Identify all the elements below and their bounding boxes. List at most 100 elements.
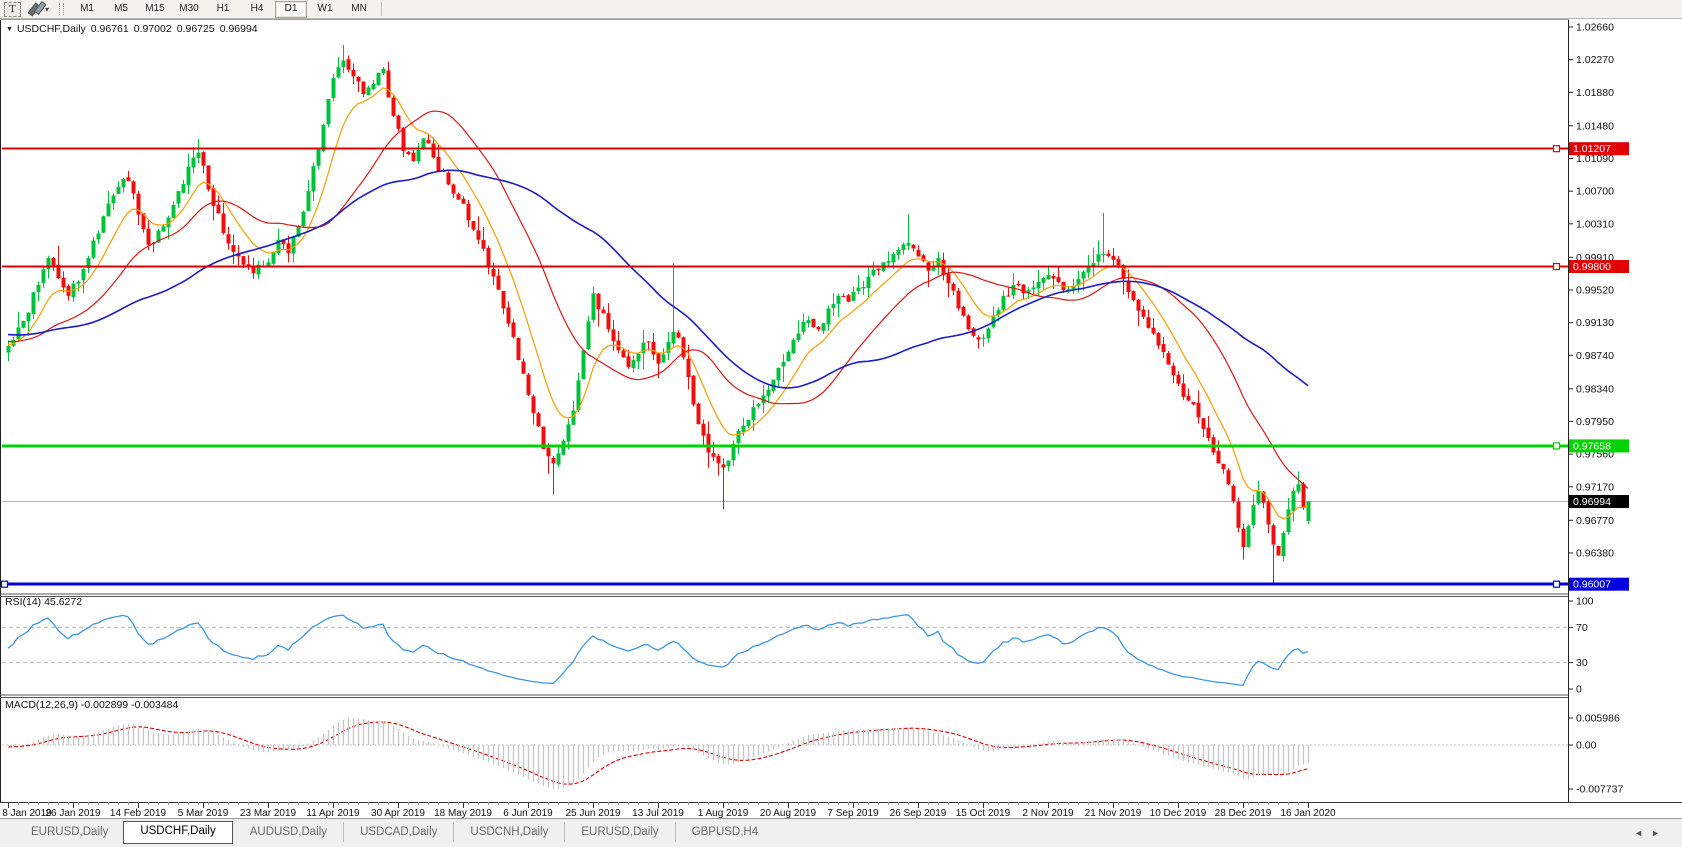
svg-text:7 Sep 2019: 7 Sep 2019 bbox=[827, 808, 879, 818]
timeframe-button-h4[interactable]: H4 bbox=[241, 1, 273, 18]
tab-eurusd-daily-0[interactable]: EURUSD,Daily bbox=[14, 822, 124, 842]
svg-text:1.01880: 1.01880 bbox=[1576, 87, 1614, 99]
svg-text:0.99130: 0.99130 bbox=[1576, 317, 1614, 329]
support-line-blue-handle[interactable] bbox=[2, 581, 8, 587]
tab-usdcad-daily-3[interactable]: USDCAD,Daily bbox=[343, 822, 453, 842]
timeframe-button-mn[interactable]: MN bbox=[343, 1, 375, 18]
svg-text:18 May 2019: 18 May 2019 bbox=[434, 808, 492, 818]
timeframe-button-d1[interactable]: D1 bbox=[275, 1, 307, 18]
support-line-blue[interactable] bbox=[2, 581, 1569, 587]
rsi-panel bbox=[2, 615, 1568, 686]
svg-text:0.99800: 0.99800 bbox=[1573, 261, 1611, 273]
timeframe-button-w1[interactable]: W1 bbox=[309, 1, 341, 18]
tab-scroll-arrows: ◄► bbox=[1634, 828, 1668, 838]
top-toolbar: T ▾ M1M5M15M30H1H4D1W1MN bbox=[0, 0, 1682, 19]
svg-text:30: 30 bbox=[1576, 657, 1588, 669]
svg-text:30 Apr 2019: 30 Apr 2019 bbox=[371, 808, 425, 818]
svg-text:15 Oct 2019: 15 Oct 2019 bbox=[956, 808, 1011, 818]
timeframe-button-m15[interactable]: M15 bbox=[139, 1, 171, 18]
svg-text:1.00310: 1.00310 bbox=[1576, 218, 1614, 230]
resistance-line-upper[interactable] bbox=[2, 146, 1568, 152]
svg-text:26 Sep 2019: 26 Sep 2019 bbox=[890, 808, 947, 818]
support-line-blue-handle[interactable] bbox=[1554, 581, 1560, 587]
svg-text:1.02660: 1.02660 bbox=[1576, 22, 1614, 34]
ohlc-low: 0.96725 bbox=[177, 23, 215, 35]
toolbar-separator bbox=[381, 2, 382, 16]
mt4-terminal: T ▾ M1M5M15M30H1H4D1W1MN 8 Jan 201926 Ja… bbox=[0, 0, 1682, 847]
resistance-line-lower-handle[interactable] bbox=[1554, 264, 1560, 270]
tab-scroll-left-button[interactable]: ◄ bbox=[1634, 828, 1651, 838]
tab-gbpusd-h4-6[interactable]: GBPUSD,H4 bbox=[675, 822, 774, 842]
macd-histogram bbox=[9, 718, 1309, 789]
svg-text:-0.007737: -0.007737 bbox=[1576, 784, 1623, 796]
svg-text:25 Jun 2019: 25 Jun 2019 bbox=[565, 808, 620, 818]
drawing-tools-button[interactable]: ▾ bbox=[30, 2, 51, 17]
svg-text:10 Dec 2019: 10 Dec 2019 bbox=[1150, 808, 1207, 818]
ohlc-high: 0.97002 bbox=[134, 23, 172, 35]
svg-text:0.98340: 0.98340 bbox=[1576, 383, 1614, 395]
macd-panel bbox=[2, 722, 1568, 784]
svg-text:70: 70 bbox=[1576, 622, 1588, 634]
svg-text:1.01207: 1.01207 bbox=[1573, 143, 1611, 155]
tab-usdchf-daily-1[interactable]: USDCHF,Daily bbox=[123, 821, 232, 844]
support-line-green[interactable] bbox=[2, 443, 1568, 449]
tab-scroll-right-button[interactable]: ► bbox=[1651, 828, 1668, 838]
svg-text:0.97658: 0.97658 bbox=[1573, 440, 1611, 452]
resistance-line-upper-handle[interactable] bbox=[1554, 146, 1560, 152]
chart-tab-bar: EURUSD,DailyUSDCHF,DailyAUDUSD,DailyUSDC… bbox=[0, 818, 1682, 847]
rsi-indicator-label: RSI(14) 45.6272 bbox=[5, 596, 82, 608]
svg-text:11 Apr 2019: 11 Apr 2019 bbox=[306, 808, 360, 818]
svg-text:21 Nov 2019: 21 Nov 2019 bbox=[1085, 808, 1142, 818]
toolbar-grip bbox=[59, 3, 64, 15]
text-tool-button[interactable]: T bbox=[4, 2, 21, 17]
chart-tabs: EURUSD,DailyUSDCHF,DailyAUDUSD,DailyUSDC… bbox=[14, 819, 1682, 845]
svg-text:0.98740: 0.98740 bbox=[1576, 350, 1614, 362]
rsi-line bbox=[8, 615, 1308, 686]
svg-text:23 Mar 2019: 23 Mar 2019 bbox=[240, 808, 297, 818]
price-chart-canvas[interactable]: 8 Jan 201926 Jan 201914 Feb 20195 Mar 20… bbox=[0, 19, 1682, 818]
svg-text:28 Dec 2019: 28 Dec 2019 bbox=[1215, 808, 1272, 818]
candles bbox=[7, 45, 1311, 584]
timeframe-button-m5[interactable]: M5 bbox=[105, 1, 137, 18]
svg-text:16 Jan 2020: 16 Jan 2020 bbox=[1280, 808, 1335, 818]
timeframe-buttons: M1M5M15M30H1H4D1W1MN bbox=[70, 1, 376, 18]
svg-text:0.97950: 0.97950 bbox=[1576, 416, 1614, 428]
svg-text:6 Jun 2019: 6 Jun 2019 bbox=[503, 808, 553, 818]
svg-text:20 Aug 2019: 20 Aug 2019 bbox=[760, 808, 817, 818]
ohlc-close: 0.96994 bbox=[220, 23, 258, 35]
svg-text:0.96380: 0.96380 bbox=[1576, 547, 1614, 559]
svg-text:14 Feb 2019: 14 Feb 2019 bbox=[110, 808, 167, 818]
svg-text:5 Mar 2019: 5 Mar 2019 bbox=[178, 808, 229, 818]
svg-text:1.00700: 1.00700 bbox=[1576, 186, 1614, 198]
price-axis[interactable]: 1.026601.022701.018801.014801.010901.007… bbox=[1568, 19, 1682, 802]
svg-text:0.96770: 0.96770 bbox=[1576, 515, 1614, 527]
svg-text:1.02270: 1.02270 bbox=[1576, 54, 1614, 66]
svg-text:0: 0 bbox=[1576, 684, 1582, 696]
chart-symbol-label: USDCHF,Daily bbox=[17, 23, 86, 35]
svg-text:1 Aug 2019: 1 Aug 2019 bbox=[698, 808, 749, 818]
macd-indicator-label: MACD(12,26,9) -0.002899 -0.003484 bbox=[5, 699, 178, 711]
svg-text:0.00: 0.00 bbox=[1576, 740, 1597, 752]
date-axis[interactable]: 8 Jan 201926 Jan 201914 Feb 20195 Mar 20… bbox=[0, 802, 1682, 818]
svg-text:0.005986: 0.005986 bbox=[1576, 712, 1620, 724]
timeframe-button-m30[interactable]: M30 bbox=[173, 1, 205, 18]
svg-text:0.96994: 0.96994 bbox=[1573, 496, 1611, 508]
timeframe-button-h1[interactable]: H1 bbox=[207, 1, 239, 18]
ohlc-open: 0.96761 bbox=[91, 23, 129, 35]
tab-usdcnh-daily-4[interactable]: USDCNH,Daily bbox=[453, 822, 564, 842]
svg-text:0.99520: 0.99520 bbox=[1576, 284, 1614, 296]
svg-text:1.01480: 1.01480 bbox=[1576, 120, 1614, 132]
svg-text:100: 100 bbox=[1576, 596, 1594, 608]
chart-title: ▼ USDCHF,Daily 0.96761 0.97002 0.96725 0.9699… bbox=[6, 23, 263, 35]
svg-text:0.97170: 0.97170 bbox=[1576, 481, 1614, 493]
svg-text:0.96007: 0.96007 bbox=[1573, 579, 1611, 591]
resistance-line-lower[interactable] bbox=[2, 264, 1568, 270]
svg-text:2 Nov 2019: 2 Nov 2019 bbox=[1022, 808, 1074, 818]
svg-text:13 Jul 2019: 13 Jul 2019 bbox=[632, 808, 684, 818]
support-line-green-handle[interactable] bbox=[1554, 443, 1560, 449]
tab-eurusd-daily-5[interactable]: EURUSD,Daily bbox=[564, 822, 674, 842]
svg-text:26 Jan 2019: 26 Jan 2019 bbox=[45, 808, 100, 818]
tab-audusd-daily-2[interactable]: AUDUSD,Daily bbox=[233, 822, 343, 842]
symbol-dropdown-icon[interactable]: ▼ bbox=[6, 26, 13, 33]
timeframe-button-m1[interactable]: M1 bbox=[71, 1, 103, 18]
